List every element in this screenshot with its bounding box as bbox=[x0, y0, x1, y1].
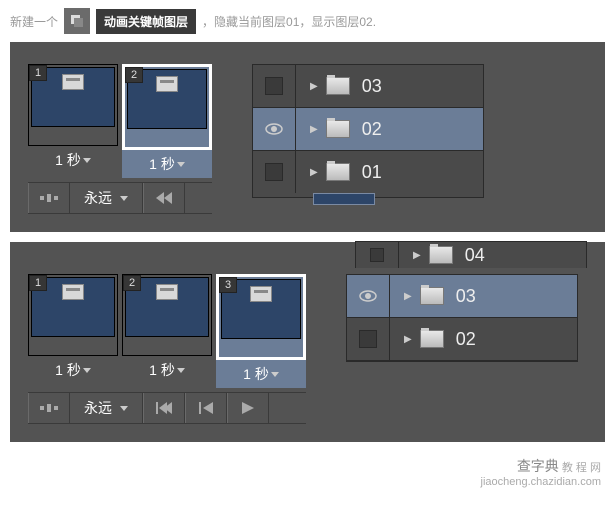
frame-2[interactable]: 2 1 秒 bbox=[122, 64, 212, 178]
layer-row-02[interactable]: ▶ 02 bbox=[253, 107, 483, 151]
dropdown-icon bbox=[120, 406, 128, 411]
visibility-toggle[interactable] bbox=[356, 242, 399, 268]
eye-icon bbox=[359, 290, 377, 302]
tween-button[interactable] bbox=[28, 393, 70, 423]
dropdown-icon bbox=[83, 158, 91, 163]
animation-panel-2: ▶ 04 1 1 秒 2 1 秒 3 1 秒 bbox=[10, 242, 605, 442]
frame-2[interactable]: 2 1 秒 bbox=[122, 274, 212, 388]
layer-name: 01 bbox=[362, 162, 382, 183]
expand-arrow-icon[interactable]: ▶ bbox=[413, 250, 421, 261]
frame-duration[interactable]: 1 秒 bbox=[28, 146, 118, 174]
prev-frame-button[interactable] bbox=[185, 393, 227, 423]
dropdown-icon bbox=[120, 196, 128, 201]
eye-icon bbox=[265, 123, 283, 135]
layer-type-icon bbox=[64, 8, 90, 34]
frame-duration[interactable]: 1 秒 bbox=[122, 356, 212, 384]
expand-arrow-icon[interactable]: ▶ bbox=[404, 291, 412, 302]
layer-name: 03 bbox=[456, 286, 476, 307]
layer-row-02[interactable]: ▶ 02 bbox=[347, 317, 577, 361]
frame-duration[interactable]: 1 秒 bbox=[122, 150, 212, 178]
dropdown-icon bbox=[271, 372, 279, 377]
expand-arrow-icon[interactable]: ▶ bbox=[310, 167, 318, 178]
frame-3[interactable]: 3 1 秒 bbox=[216, 274, 306, 388]
timeline: 1 1 秒 2 1 秒 永远 bbox=[28, 64, 212, 214]
dropdown-icon bbox=[83, 368, 91, 373]
expand-arrow-icon[interactable]: ▶ bbox=[310, 124, 318, 135]
frame-1[interactable]: 1 1 秒 bbox=[28, 274, 118, 388]
animation-panel-1: 1 1 秒 2 1 秒 永远 ▶ 03 bbox=[10, 42, 605, 232]
folder-icon bbox=[326, 163, 350, 181]
loop-dropdown[interactable]: 永远 bbox=[70, 393, 143, 423]
layers-panel: ▶ 03 ▶ 02 bbox=[346, 274, 578, 362]
visibility-toggle[interactable] bbox=[253, 65, 296, 107]
header-suffix: ，隐藏当前图层01，显示图层02. bbox=[202, 13, 376, 30]
dropdown-icon bbox=[177, 162, 185, 167]
header-prefix: 新建一个 bbox=[10, 13, 58, 30]
dropdown-icon bbox=[177, 368, 185, 373]
page-header: 新建一个 动画关键帧图层 ，隐藏当前图层01，显示图层02. bbox=[0, 0, 615, 42]
folder-icon bbox=[326, 120, 350, 138]
folder-icon bbox=[429, 246, 453, 264]
first-frame-button[interactable] bbox=[143, 393, 185, 423]
playback-controls: 永远 bbox=[28, 182, 212, 214]
play-button[interactable] bbox=[227, 393, 269, 423]
visibility-toggle[interactable] bbox=[347, 318, 390, 360]
expand-arrow-icon[interactable]: ▶ bbox=[404, 334, 412, 345]
layer-row-04[interactable]: ▶ 04 bbox=[355, 241, 587, 268]
layer-name: 04 bbox=[465, 245, 485, 266]
folder-icon bbox=[420, 330, 444, 348]
first-frame-button[interactable] bbox=[143, 183, 185, 213]
frame-1[interactable]: 1 1 秒 bbox=[28, 64, 118, 178]
folder-icon bbox=[326, 77, 350, 95]
tween-button[interactable] bbox=[28, 183, 70, 213]
layers-panel: ▶ 03 ▶ 02 ▶ 01 bbox=[252, 64, 484, 198]
playback-controls: 永远 bbox=[28, 392, 306, 424]
header-highlight: 动画关键帧图层 bbox=[96, 9, 196, 34]
layer-thumb bbox=[313, 193, 375, 205]
visibility-toggle[interactable] bbox=[253, 108, 296, 150]
loop-dropdown[interactable]: 永远 bbox=[70, 183, 143, 213]
layer-name: 03 bbox=[362, 76, 382, 97]
layer-row-01[interactable]: ▶ 01 bbox=[253, 151, 483, 193]
timeline: 1 1 秒 2 1 秒 3 1 秒 永远 bbox=[28, 274, 306, 424]
layer-name: 02 bbox=[362, 119, 382, 140]
layer-row-03[interactable]: ▶ 03 bbox=[347, 275, 577, 317]
visibility-toggle[interactable] bbox=[347, 275, 390, 317]
folder-icon bbox=[420, 287, 444, 305]
expand-arrow-icon[interactable]: ▶ bbox=[310, 81, 318, 92]
layer-name: 02 bbox=[456, 329, 476, 350]
watermark: 查字典 教 程 网 jiaocheng.chazidian.com bbox=[0, 452, 615, 492]
frame-duration[interactable]: 1 秒 bbox=[28, 356, 118, 384]
layer-row-03[interactable]: ▶ 03 bbox=[253, 65, 483, 107]
frame-duration[interactable]: 1 秒 bbox=[216, 360, 306, 388]
visibility-toggle[interactable] bbox=[253, 151, 296, 193]
